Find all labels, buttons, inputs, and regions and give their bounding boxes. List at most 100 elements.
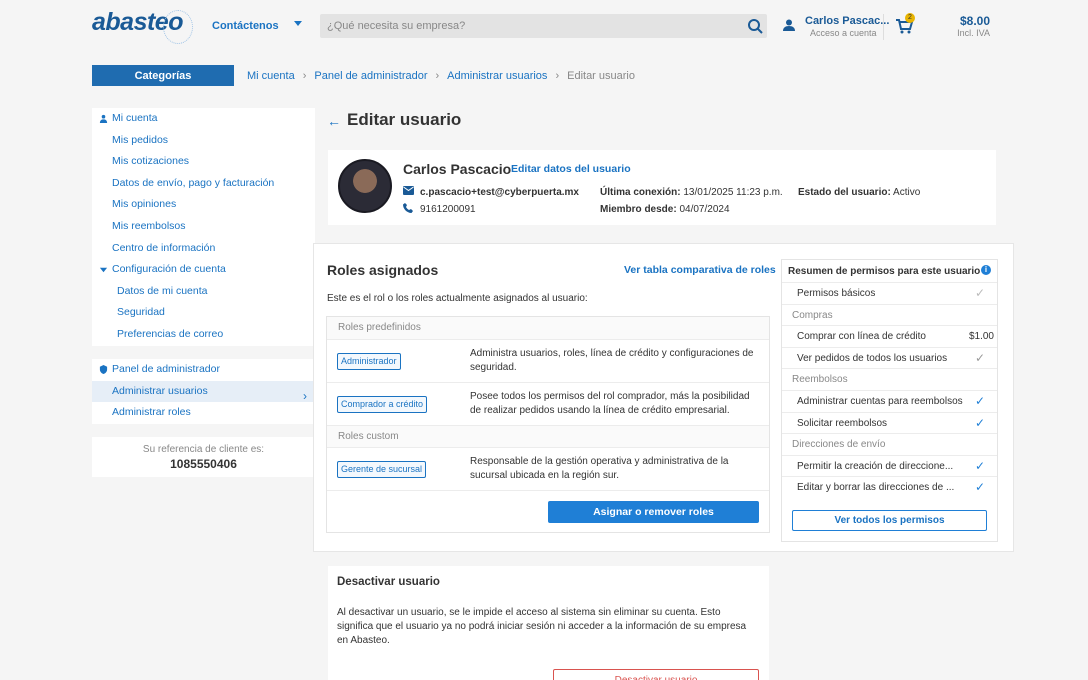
phone-icon	[403, 203, 413, 213]
breadcrumb: Mi cuenta › Panel de administrador › Adm…	[247, 70, 635, 82]
role-tag-credit-buyer[interactable]: Comprador a crédito	[337, 396, 428, 413]
member-since-value: 04/07/2024	[679, 204, 730, 215]
sidebar-item-shipping[interactable]: Datos de envío, pago y facturación	[92, 173, 315, 195]
sidebar-head-label: Panel de administrador	[112, 363, 220, 375]
search-bar	[320, 14, 767, 38]
search-icon	[748, 19, 763, 34]
user-email: c.pascacio+test@cyberpuerta.mx	[420, 187, 579, 198]
group-custom: Roles custom	[327, 425, 769, 447]
sidebar-head-config[interactable]: Configuración de cuenta	[92, 259, 315, 281]
contact-dropdown[interactable]: Contáctenos	[212, 20, 279, 32]
account-access-label[interactable]: Acceso a cuenta	[810, 28, 877, 38]
check-icon: ✓	[974, 350, 985, 365]
user-icon	[99, 114, 108, 123]
chevron-right-icon: ›	[435, 70, 440, 82]
permission-label: Editar y borrar las direcciones de ...	[797, 482, 955, 494]
permission-group: Reembolsos	[782, 368, 997, 390]
permissions-summary: Resumen de permisos para este usuario i …	[781, 259, 998, 542]
sidebar-item-orders[interactable]: Mis pedidos	[92, 130, 315, 152]
sidebar-item-manage-roles[interactable]: Administrar roles	[92, 402, 315, 424]
permission-label: Ver pedidos de todos los usuarios	[797, 352, 948, 364]
permission-label: Permitir la creación de direccione...	[797, 460, 954, 472]
info-icon[interactable]: i	[981, 265, 991, 275]
customer-reference: Su referencia de cliente es: 1085550406	[92, 437, 315, 477]
search-input[interactable]	[320, 14, 740, 38]
role-row: Comprador a crédito Posee todos los perm…	[327, 382, 769, 425]
permission-label: Permisos básicos	[797, 288, 876, 299]
categories-button[interactable]: Categorías	[92, 65, 234, 86]
divider	[883, 14, 884, 40]
user-status-label: Estado del usuario:	[798, 187, 891, 198]
member-since: Miembro desde: 04/07/2024	[600, 204, 730, 215]
back-arrow-icon[interactable]: ←	[327, 113, 341, 129]
breadcrumb-manage-users[interactable]: Administrar usuarios	[447, 70, 547, 82]
cart-total-tax-label: Incl. IVA	[957, 28, 990, 38]
check-icon: ✓	[974, 394, 985, 408]
sidebar-item-account-data[interactable]: Datos de mi cuenta	[92, 281, 315, 303]
permission-row: Solicitar reembolsos ✓	[782, 411, 997, 434]
sidebar-head-admin[interactable]: Panel de administrador	[92, 359, 315, 381]
user-name[interactable]: Carlos Pascac...	[805, 15, 889, 27]
sidebar-head-my-account[interactable]: Mi cuenta	[92, 108, 315, 130]
avatar	[338, 159, 392, 213]
caret-down-icon[interactable]	[294, 21, 302, 26]
sidebar-head-label: Configuración de cuenta	[112, 263, 226, 276]
role-description: Administra usuarios, roles, línea de cré…	[470, 348, 754, 373]
user-phone: 9161200091	[420, 204, 476, 215]
search-button[interactable]	[743, 14, 767, 38]
permission-label: Administrar cuentas para reembolsos	[797, 396, 963, 407]
user-status: Estado del usuario: Activo	[798, 187, 920, 198]
permission-row: Ver pedidos de todos los usuarios ✓	[782, 346, 997, 369]
sidebar-item-label: Administrar usuarios	[112, 384, 208, 397]
chevron-right-icon: ›	[555, 70, 560, 82]
user-status-value: Activo	[893, 187, 921, 198]
compare-roles-link[interactable]: Ver tabla comparativa de roles	[624, 264, 776, 276]
edit-user-link[interactable]: Editar datos del usuario	[511, 163, 631, 175]
roles-description: Este es el rol o los roles actualmente a…	[327, 293, 588, 304]
sidebar-item-info-center[interactable]: Centro de información	[92, 238, 315, 260]
sidebar-item-manage-users[interactable]: Administrar usuarios ›	[92, 380, 315, 403]
cart-count-badge: 2	[905, 13, 915, 23]
sidebar-item-reviews[interactable]: Mis opiniones	[92, 194, 315, 216]
check-icon: ✓	[974, 415, 985, 430]
sidebar-head-label: Mi cuenta	[112, 112, 158, 124]
sidebar-item-security[interactable]: Seguridad	[92, 302, 315, 324]
role-description: Responsable de la gestión operativa y ad…	[470, 456, 729, 481]
credit-value: $1.00	[968, 331, 994, 343]
view-all-permissions-button[interactable]: Ver todos los permisos	[792, 510, 987, 531]
cart-total[interactable]: $8.00	[940, 14, 990, 28]
user-full-name: Carlos Pascacio	[403, 161, 512, 177]
role-tag-admin[interactable]: Administrador	[337, 353, 401, 370]
sidebar-item-email-prefs[interactable]: Preferencias de correo	[92, 324, 315, 346]
group-predefined: Roles predefinidos	[327, 317, 769, 339]
last-connection: Última conexión: 13/01/2025 11:23 p.m.	[600, 187, 783, 198]
check-icon: ✓	[974, 480, 985, 495]
admin-shield-icon	[99, 365, 108, 374]
reference-label: Su referencia de cliente es:	[142, 444, 265, 455]
role-description: Posee todos los permisos del rol comprad…	[470, 391, 750, 416]
permission-label: Solicitar reembolsos	[797, 417, 888, 429]
deactivate-description: Al desactivar un usuario, se le impide e…	[337, 607, 747, 646]
mail-icon	[403, 186, 414, 195]
role-row: Gerente de sucursal Responsable de la ge…	[327, 447, 769, 490]
page-title: Editar usuario	[347, 110, 462, 129]
role-tag-branch-manager[interactable]: Gerente de sucursal	[337, 461, 427, 478]
breadcrumb-my-account[interactable]: Mi cuenta	[247, 70, 295, 82]
breadcrumb-admin-panel[interactable]: Panel de administrador	[314, 70, 427, 82]
permission-label: Comprar con línea de crédito	[797, 331, 926, 343]
sidebar-account: Mi cuenta Mis pedidos Mis cotizaciones D…	[92, 108, 315, 346]
last-connection-value: 13/01/2025 11:23 p.m.	[683, 187, 783, 198]
chevron-right-icon: ›	[302, 70, 307, 82]
check-icon: ✓	[974, 286, 985, 300]
permission-row: Administrar cuentas para reembolsos ✓	[782, 390, 997, 412]
permission-row: Permisos básicos ✓	[782, 282, 997, 304]
role-row: Administrador Administra usuarios, roles…	[327, 339, 769, 382]
deactivate-user-button[interactable]: Desactivar usuario	[553, 669, 759, 680]
sidebar-admin: Panel de administrador Administrar usuar…	[92, 359, 315, 424]
assign-roles-button[interactable]: Asignar o remover roles	[548, 501, 759, 523]
permission-group: Compras	[782, 303, 997, 326]
sidebar-item-refunds[interactable]: Mis reembolsos	[92, 216, 315, 238]
user-icon[interactable]	[782, 18, 796, 32]
breadcrumb-current: Editar usuario	[567, 70, 635, 82]
sidebar-item-quotes[interactable]: Mis cotizaciones	[92, 151, 315, 173]
